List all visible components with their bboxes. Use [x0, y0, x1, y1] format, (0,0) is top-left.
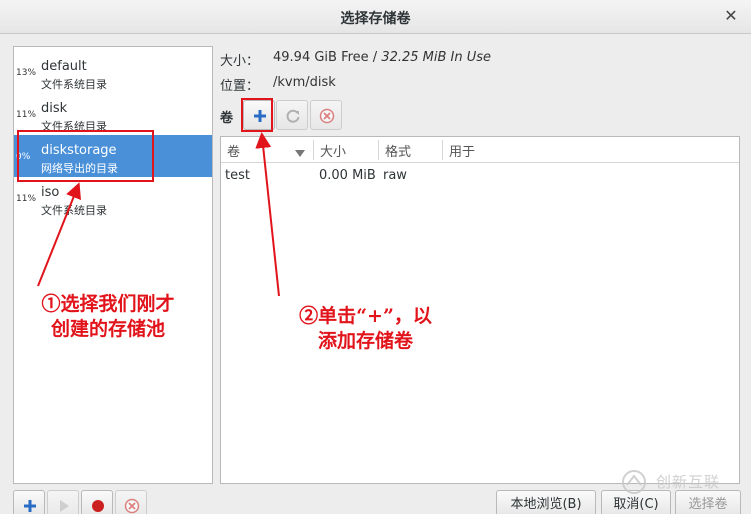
- arrow-to-pool: [37, 182, 81, 287]
- annotation-arrows: [37, 132, 280, 297]
- watermark: 创新互联: [618, 468, 746, 496]
- arrow-to-add-button: [255, 132, 280, 297]
- watermark-text: 创新互联: [656, 473, 721, 491]
- annotation-step2-line1: ②单击“+”，以: [299, 305, 432, 327]
- watermark-logo-icon: [622, 470, 646, 494]
- annotation-step2-line2: 添加存储卷: [317, 330, 413, 352]
- annotation-step1-line2: 创建的存储池: [50, 318, 165, 340]
- annotation-step1: ①选择我们刚才 创建的存储池: [18, 292, 198, 342]
- annotation-step1-line1: ①选择我们刚才: [41, 293, 175, 315]
- annotation-step2: ②单击“+”，以 添加存储卷: [268, 304, 463, 354]
